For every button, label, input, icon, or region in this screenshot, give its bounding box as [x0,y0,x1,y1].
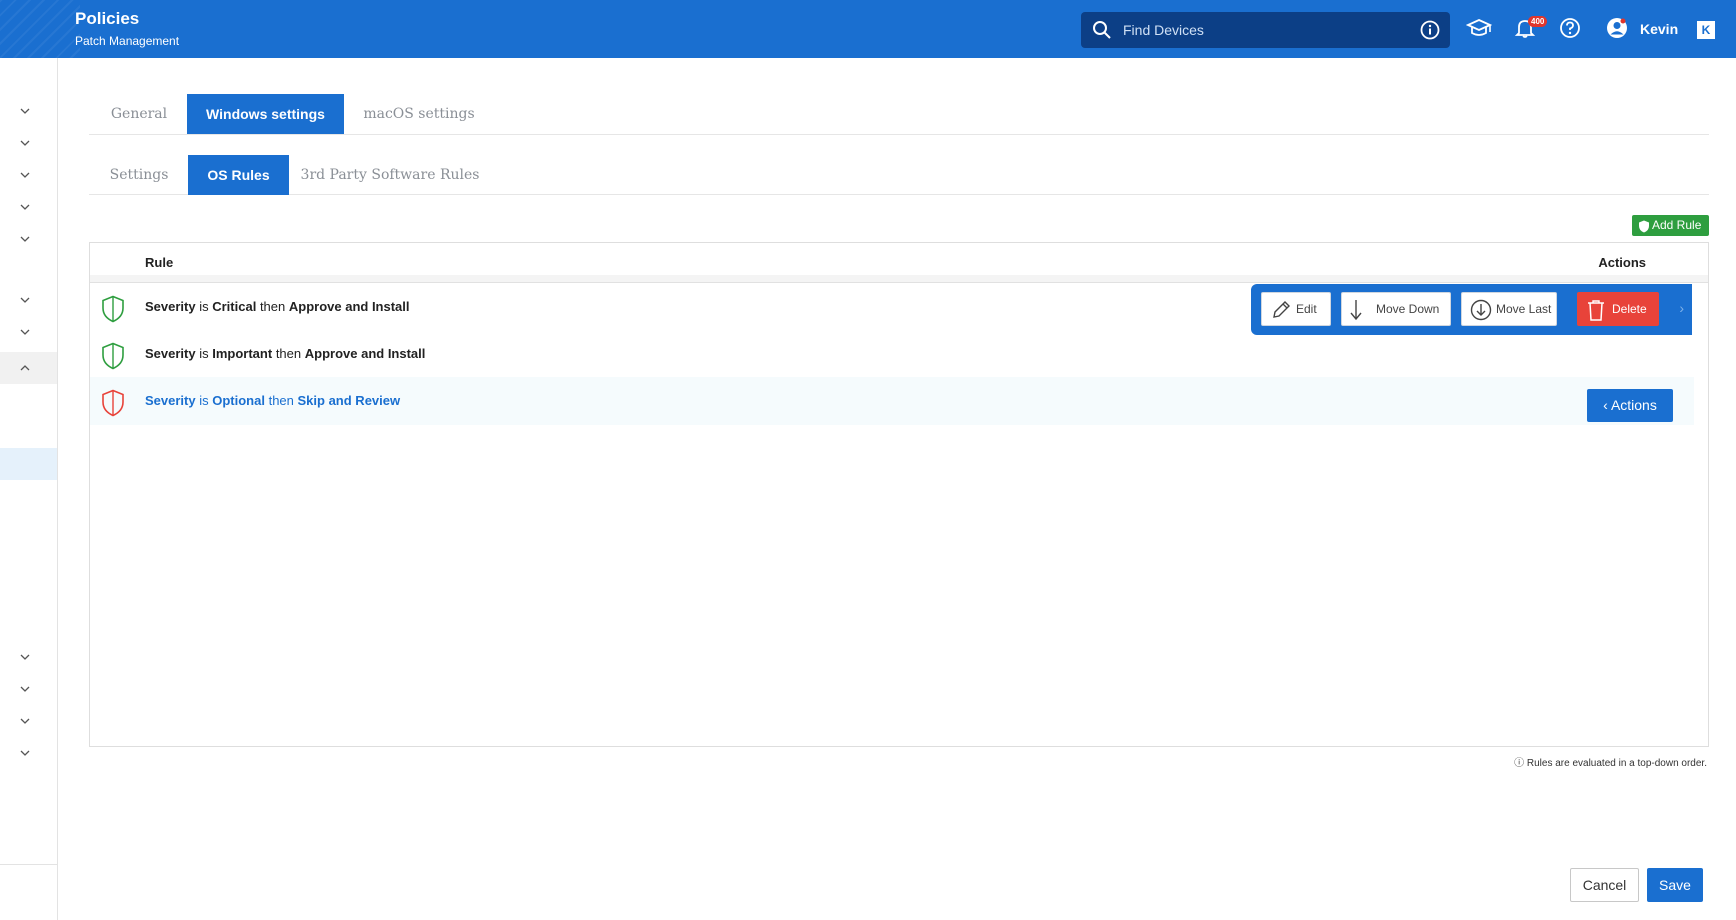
page-subtitle: Patch Management [75,34,180,48]
table-header: Rule Actions [90,243,1708,283]
row-actions-button[interactable]: ‹ Actions [1587,389,1673,422]
pencil-icon [1270,299,1292,333]
rule-text: Severity is Optional then Skip and Revie… [145,393,401,408]
column-header-actions: Actions [1598,255,1646,270]
chevron-left-icon: ‹ [1603,397,1608,413]
sidebar-item-expanded[interactable] [0,352,57,384]
device-search [1081,12,1450,48]
rule-text: Severity is Important then Approve and I… [145,346,426,361]
chevron-up-icon [18,361,32,375]
chevron-down-icon[interactable] [18,682,32,696]
chevron-down-icon[interactable] [18,104,32,118]
tab-macos-settings[interactable]: macOS settings [349,94,489,134]
page-title: Policies [75,9,140,28]
shield-icon [1638,219,1650,240]
chevron-down-icon[interactable] [18,168,32,182]
tab-settings[interactable]: Settings [89,155,189,195]
chevron-down-icon[interactable] [18,746,32,760]
tab-general[interactable]: General [89,94,189,134]
shield-check-icon [101,342,125,375]
avatar-icon[interactable] [1606,17,1628,44]
edit-button[interactable]: Edit [1261,292,1331,326]
chevron-down-icon[interactable] [18,136,32,150]
tab-3rd-party-software-rules[interactable]: 3rd Party Software Rules [295,155,485,195]
sidebar-divider [0,864,57,865]
move-last-button[interactable]: Move Last [1461,292,1557,326]
chevron-down-icon[interactable] [18,200,32,214]
user-name[interactable]: Kevin [1640,21,1678,37]
rule-text: Severity is Critical then Approve and In… [145,299,410,314]
add-rule-button[interactable]: Add Rule [1632,215,1709,236]
collapse-panel-button[interactable]: K [1697,21,1715,39]
tab-windows-settings[interactable]: Windows settings [187,94,344,134]
arrow-down-icon [1350,299,1370,333]
table-row[interactable]: Severity is Optional then Skip and Revie… [90,377,1694,425]
chevron-down-icon[interactable] [18,714,32,728]
save-button[interactable]: Save [1647,868,1703,902]
chevron-down-icon[interactable] [18,325,32,339]
sidebar-item-selected[interactable] [0,448,57,480]
trash-icon [1586,299,1606,333]
move-down-button[interactable]: Move Down [1341,292,1451,326]
help-icon[interactable] [1559,17,1581,44]
graduation-cap-icon[interactable] [1465,17,1493,44]
add-rule-label: Add Rule [1652,218,1702,232]
notification-badge: 400 [1528,16,1548,27]
chevron-down-icon[interactable] [18,650,32,664]
shield-check-icon [101,295,125,328]
chevron-down-icon[interactable] [18,293,32,307]
circle-arrow-down-icon [1470,299,1492,333]
main-tabs: General Windows settings macOS settings [89,94,1709,135]
sidebar [0,58,58,920]
info-icon[interactable] [1420,20,1440,45]
cancel-button[interactable]: Cancel [1570,868,1639,902]
chevron-down-icon[interactable] [18,232,32,246]
column-header-rule: Rule [145,255,174,270]
info-icon: ⓘ [1514,758,1525,769]
search-icon[interactable] [1092,20,1112,45]
rules-order-note: ⓘ Rules are evaluated in a top-down orde… [1514,758,1707,769]
row-action-toolbar: Edit Move Down Move Last Delete › [1251,284,1692,335]
chevron-right-icon[interactable]: › [1679,300,1684,316]
table-row[interactable]: Severity is Important then Approve and I… [90,330,1694,378]
search-input[interactable] [1123,12,1403,48]
sub-tabs: Settings OS Rules 3rd Party Software Rul… [89,155,1709,195]
shield-block-icon [101,389,125,422]
delete-button[interactable]: Delete [1577,292,1659,326]
top-header: Policies Patch Management 400 Kevin K [0,0,1736,58]
tab-os-rules[interactable]: OS Rules [188,155,289,195]
